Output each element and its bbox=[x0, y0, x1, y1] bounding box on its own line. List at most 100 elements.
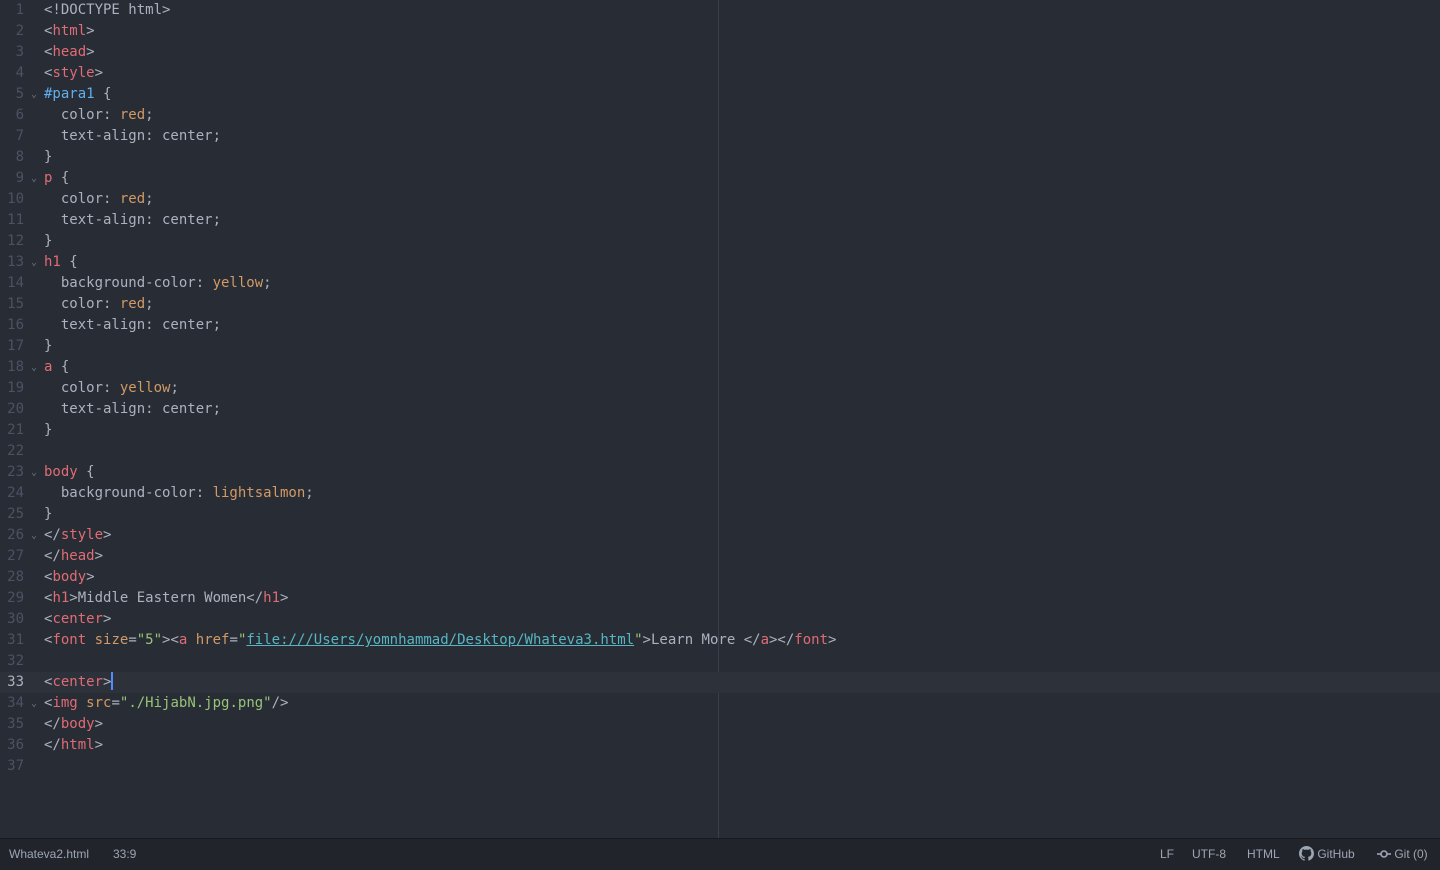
code-line[interactable]: 6 color: red; bbox=[0, 105, 1440, 126]
code-token: > bbox=[94, 65, 104, 81]
code-text: } bbox=[44, 420, 52, 441]
fold-chevron-icon[interactable]: ⌄ bbox=[28, 84, 40, 105]
code-token: </ bbox=[44, 737, 61, 753]
code-token: head bbox=[60, 548, 95, 564]
code-token: yellow bbox=[119, 380, 171, 396]
fold-chevron-icon[interactable]: ⌄ bbox=[28, 252, 40, 273]
status-line-ending[interactable]: LF bbox=[1160, 839, 1174, 870]
code-line[interactable]: 1 <!DOCTYPE html> bbox=[0, 0, 1440, 21]
line-number: 23 bbox=[7, 464, 24, 480]
status-cursor-position[interactable]: 33:9 bbox=[113, 839, 136, 870]
code-line[interactable]: 24 background-color: lightsalmon; bbox=[0, 483, 1440, 504]
code-text: background-color: yellow; bbox=[44, 273, 272, 294]
code-line[interactable]: 27 </head> bbox=[0, 546, 1440, 567]
code-text: } bbox=[44, 336, 52, 357]
code-line[interactable]: 25} bbox=[0, 504, 1440, 525]
code-token: color: bbox=[44, 191, 120, 207]
line-number: 2 bbox=[15, 23, 24, 39]
code-line[interactable]: 9 ⌄ p { bbox=[0, 168, 1440, 189]
code-line[interactable]: 10 color: red; bbox=[0, 189, 1440, 210]
code-line[interactable]: 11 text-align: center; bbox=[0, 210, 1440, 231]
code-line[interactable]: 13 ⌄ h1 { bbox=[0, 252, 1440, 273]
line-number: 37 bbox=[7, 758, 24, 774]
code-token: yellow bbox=[212, 275, 264, 291]
status-grammar[interactable]: HTML bbox=[1247, 839, 1280, 870]
code-token: body bbox=[60, 716, 95, 732]
line-number: 8 bbox=[15, 149, 24, 165]
fold-chevron-icon[interactable]: ⌄ bbox=[28, 693, 40, 714]
code-token: > bbox=[94, 737, 104, 753]
code-line[interactable]: 35 </body> bbox=[0, 714, 1440, 735]
code-link: file:///Users/yomnhammad/Desktop/Whateva… bbox=[246, 632, 635, 648]
line-number: 27 bbox=[7, 548, 24, 564]
code-token: > bbox=[103, 674, 112, 690]
code-line[interactable]: 12} bbox=[0, 231, 1440, 252]
code-token: > bbox=[86, 569, 95, 585]
code-token: head bbox=[52, 44, 87, 60]
code-token: color: bbox=[44, 107, 120, 123]
code-line[interactable]: 22 bbox=[0, 441, 1440, 462]
code-line[interactable]: 36 </html> bbox=[0, 735, 1440, 756]
code-token: ; bbox=[145, 191, 154, 207]
fold-chevron-icon[interactable]: ⌄ bbox=[28, 168, 40, 189]
code-token: ; bbox=[263, 275, 272, 291]
code-text: text-align: center; bbox=[44, 315, 221, 336]
code-line[interactable]: 8} bbox=[0, 147, 1440, 168]
code-line[interactable]: 28 <body> bbox=[0, 567, 1440, 588]
fold-chevron-icon[interactable]: ⌄ bbox=[28, 357, 40, 378]
code-line[interactable]: 16 text-align: center; bbox=[0, 315, 1440, 336]
code-text: #para1 { bbox=[44, 84, 111, 105]
status-git[interactable]: Git (0) bbox=[1377, 839, 1428, 870]
code-token: img bbox=[52, 695, 78, 711]
text-cursor bbox=[111, 672, 114, 690]
fold-chevron-icon[interactable]: ⌄ bbox=[28, 462, 40, 483]
code-line[interactable]: 30 <center> bbox=[0, 609, 1440, 630]
line-number: 36 bbox=[7, 737, 24, 753]
code-line[interactable]: 32 bbox=[0, 651, 1440, 672]
code-line[interactable]: 31 <font size="5"><a href="file:///Users/… bbox=[0, 630, 1440, 651]
code-line[interactable]: 29 <h1>Middle Eastern Women</h1> bbox=[0, 588, 1440, 609]
code-token: h1 bbox=[44, 254, 61, 270]
line-number: 16 bbox=[7, 317, 24, 333]
code-line[interactable]: 15 color: red; bbox=[0, 294, 1440, 315]
status-file-name[interactable]: Whateva2.html bbox=[9, 839, 89, 870]
code-token: = bbox=[229, 632, 238, 648]
code-editor[interactable]: 1 <!DOCTYPE html> 2 <html> 3 <head> 4 <style> 5 ⌄… bbox=[0, 0, 1440, 838]
line-number: 17 bbox=[7, 338, 24, 354]
code-token: red bbox=[119, 191, 146, 207]
code-token: center bbox=[52, 674, 104, 690]
line-number: 9 bbox=[15, 170, 24, 186]
code-line[interactable]: 20 text-align: center; bbox=[0, 399, 1440, 420]
code-line[interactable]: 33 <center> bbox=[0, 672, 1440, 693]
code-line[interactable]: 18 ⌄ a { bbox=[0, 357, 1440, 378]
code-text: h1 { bbox=[44, 252, 78, 273]
code-line[interactable]: 7 text-align: center; bbox=[0, 126, 1440, 147]
fold-chevron-icon[interactable]: ⌄ bbox=[28, 525, 40, 546]
code-token: h1 bbox=[263, 590, 281, 606]
code-line[interactable]: 19 color: yellow; bbox=[0, 378, 1440, 399]
code-line[interactable]: 23 ⌄ body { bbox=[0, 462, 1440, 483]
line-number: 30 bbox=[7, 611, 24, 627]
code-line[interactable]: 4 <style> bbox=[0, 63, 1440, 84]
code-token: { bbox=[77, 464, 95, 480]
status-encoding[interactable]: UTF-8 bbox=[1192, 839, 1226, 870]
code-line[interactable]: 5 ⌄ #para1 { bbox=[0, 84, 1440, 105]
code-token: ; bbox=[145, 107, 154, 123]
code-token: red bbox=[119, 296, 146, 312]
code-line[interactable]: 3 <head> bbox=[0, 42, 1440, 63]
code-line[interactable]: 21} bbox=[0, 420, 1440, 441]
code-token: } bbox=[44, 233, 53, 249]
code-token: "./HijabN.jpg.png" bbox=[119, 695, 272, 711]
github-label: GitHub bbox=[1317, 847, 1355, 861]
code-line[interactable]: 14 background-color: yellow; bbox=[0, 273, 1440, 294]
code-line[interactable]: 37 bbox=[0, 756, 1440, 777]
code-text: <body> bbox=[44, 567, 95, 588]
code-line[interactable]: 2 <html> bbox=[0, 21, 1440, 42]
code-line[interactable]: 17} bbox=[0, 336, 1440, 357]
code-line[interactable]: 34 ⌄ <img src="./HijabN.jpg.png"/> bbox=[0, 693, 1440, 714]
code-text: <!DOCTYPE html> bbox=[44, 0, 170, 21]
code-text: <font size="5"><a href="file:///Users/yo… bbox=[44, 630, 836, 651]
code-text: text-align: center; bbox=[44, 399, 221, 420]
status-github[interactable]: GitHub bbox=[1299, 839, 1355, 870]
code-line[interactable]: 26 ⌄ </style> bbox=[0, 525, 1440, 546]
